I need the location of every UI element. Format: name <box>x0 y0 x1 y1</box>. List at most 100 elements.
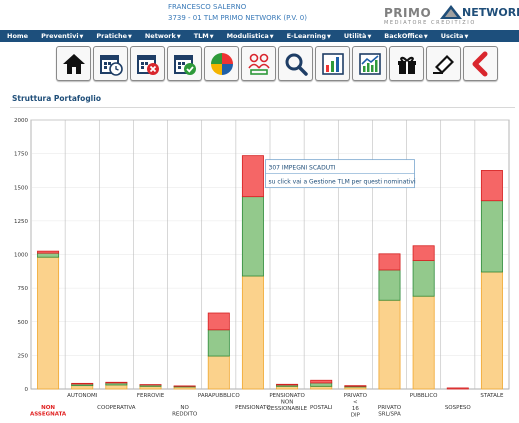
line-chart-button[interactable] <box>352 46 387 81</box>
back-icon <box>468 51 494 77</box>
caret-down-icon: ▼ <box>367 34 372 40</box>
nav-item-utilit-[interactable]: Utilità▼ <box>344 32 371 40</box>
caret-down-icon: ▼ <box>79 34 84 40</box>
nav-item-backoffice[interactable]: BackOffice▼ <box>384 32 427 40</box>
x-tick-label: PARAPUBBLICO <box>198 393 241 399</box>
nav-item-tlm[interactable]: TLM▼ <box>194 32 214 40</box>
bar-segment[interactable] <box>37 252 60 258</box>
bar-segment[interactable] <box>310 379 333 384</box>
x-tick-label: NO REDDITO <box>172 405 198 418</box>
header: FRANCESCO SALERNO 3739 - 01 TLM PRIMO NE… <box>0 0 519 30</box>
bar-segment[interactable] <box>378 269 401 301</box>
calendar-check-icon <box>172 51 198 77</box>
tooltip-line1: 307 IMPEGNI SCADUTI <box>269 165 336 172</box>
caret-down-icon: ▼ <box>269 34 274 40</box>
bar-segment[interactable] <box>310 385 333 390</box>
x-tick-label: AUTONOMI <box>67 393 98 399</box>
bar-chart-button[interactable] <box>315 46 350 81</box>
caret-down-icon: ▼ <box>209 34 214 40</box>
user-name: FRANCESCO SALERNO <box>168 3 247 11</box>
back-button[interactable] <box>463 46 498 81</box>
nav-item-uscita[interactable]: Uscita▼ <box>441 32 469 40</box>
calendar-cancel-button[interactable] <box>130 46 165 81</box>
y-tick-label: 2000 <box>14 118 28 124</box>
bar-segment[interactable] <box>207 312 230 331</box>
home-button[interactable] <box>56 46 91 81</box>
bar-segment[interactable] <box>241 275 264 390</box>
gift-icon <box>394 51 420 77</box>
bar-segment[interactable] <box>310 382 333 387</box>
tooltip-line2[interactable]: su click vai a Gestione TLM per questi n… <box>269 179 416 186</box>
caret-down-icon: ▼ <box>128 34 132 40</box>
users-icon <box>246 51 272 77</box>
bar-segment[interactable] <box>207 355 230 390</box>
users-button[interactable] <box>241 46 276 81</box>
bar-segment[interactable] <box>412 260 435 297</box>
toolbar <box>56 46 500 83</box>
gift-button[interactable] <box>389 46 424 81</box>
x-tick-label: PUBBLICO <box>410 393 438 399</box>
bar-segment[interactable] <box>105 381 128 384</box>
nav-item-label: TLM <box>193 32 209 40</box>
bar-segment[interactable] <box>344 385 367 387</box>
x-tick-label: NON ASSEGNATA <box>30 405 67 418</box>
search-button[interactable] <box>278 46 313 81</box>
bar-segment[interactable] <box>37 250 60 254</box>
bar-segment[interactable] <box>480 200 503 273</box>
section-divider <box>10 107 515 108</box>
bar-segment[interactable] <box>412 245 435 261</box>
chart-tooltip: 307 IMPEGNI SCADUTI su click vai a Gestio… <box>265 159 416 189</box>
y-tick-label: 750 <box>18 286 29 292</box>
home-icon <box>61 51 87 77</box>
user-office: 3739 - 01 TLM PRIMO NETWORK (P.V. 0) <box>168 14 307 22</box>
nav-item-label: Uscita <box>440 32 464 40</box>
calendar-clock-button[interactable] <box>93 46 128 81</box>
nav-item-label: BackOffice <box>384 32 423 40</box>
pie-chart-button[interactable] <box>204 46 239 81</box>
x-tick-label: COOPERATIVA <box>97 405 136 411</box>
bar-segment[interactable] <box>378 253 401 271</box>
bar-segment[interactable] <box>480 170 503 202</box>
y-tick-label: 250 <box>18 353 29 359</box>
bar-segment[interactable] <box>480 271 503 390</box>
main-navbar: Home Preventivi▼ Pratiche▼ Network▼ TLM▼ Modu… <box>0 30 519 42</box>
bar-segment[interactable] <box>71 382 94 385</box>
logo-triangle-icon <box>440 5 462 19</box>
bar-segment[interactable] <box>276 383 299 386</box>
logo-primo-text: PRIMO <box>384 6 432 20</box>
bar-segment[interactable] <box>37 256 60 390</box>
bar-segment[interactable] <box>276 385 299 390</box>
calendar-check-button[interactable] <box>167 46 202 81</box>
bar-segment[interactable] <box>105 384 128 390</box>
nav-item-preventivi[interactable]: Preventivi▼ <box>41 32 83 40</box>
x-tick-label: POSTALI <box>310 405 333 411</box>
x-tick-label: STATALE <box>480 393 504 399</box>
nav-item-modulistica[interactable]: Modulistica▼ <box>227 32 274 40</box>
x-tick-label: PRIVATO SRL/SPA <box>378 405 402 418</box>
portfolio-chart: 0 250 500 750 1000 1250 1500 1750 2000 NON ASSEGNA… <box>14 118 510 419</box>
bar-segment[interactable] <box>446 387 469 390</box>
logo-tagline: MEDIATORE CREDITIZIO <box>384 20 476 26</box>
nav-item-e-learning[interactable]: E-Learning▼ <box>287 32 331 40</box>
nav-item-home[interactable]: Home <box>7 32 28 40</box>
bar-segment[interactable] <box>207 329 230 357</box>
bar-segment[interactable] <box>241 155 264 198</box>
bar-segment[interactable] <box>378 299 401 390</box>
nav-item-network[interactable]: Network▼ <box>145 32 181 40</box>
bar-segment[interactable] <box>139 385 162 390</box>
y-tick-label: 1000 <box>14 253 28 259</box>
y-tick-label: 1750 <box>14 152 28 158</box>
scanner-button[interactable] <box>426 46 461 81</box>
bar-segment[interactable] <box>241 196 264 277</box>
bar-segment[interactable] <box>71 385 94 390</box>
x-tick-label: PENSIONATO NON CESSIONABILE <box>267 393 308 412</box>
calendar-clock-icon <box>98 51 124 77</box>
logo: PRIMO NETWORK MEDIATORE CREDITIZIO <box>380 5 519 27</box>
x-tick-label: PENSIONATO <box>235 405 271 411</box>
search-icon <box>283 51 309 77</box>
x-tick-label: PRIVATO <16 DIP <box>344 393 368 419</box>
line-chart-icon <box>357 51 383 77</box>
calendar-cancel-icon <box>135 51 161 77</box>
nav-item-pratiche[interactable]: Pratiche▼ <box>96 32 131 40</box>
bar-segment[interactable] <box>412 295 435 390</box>
